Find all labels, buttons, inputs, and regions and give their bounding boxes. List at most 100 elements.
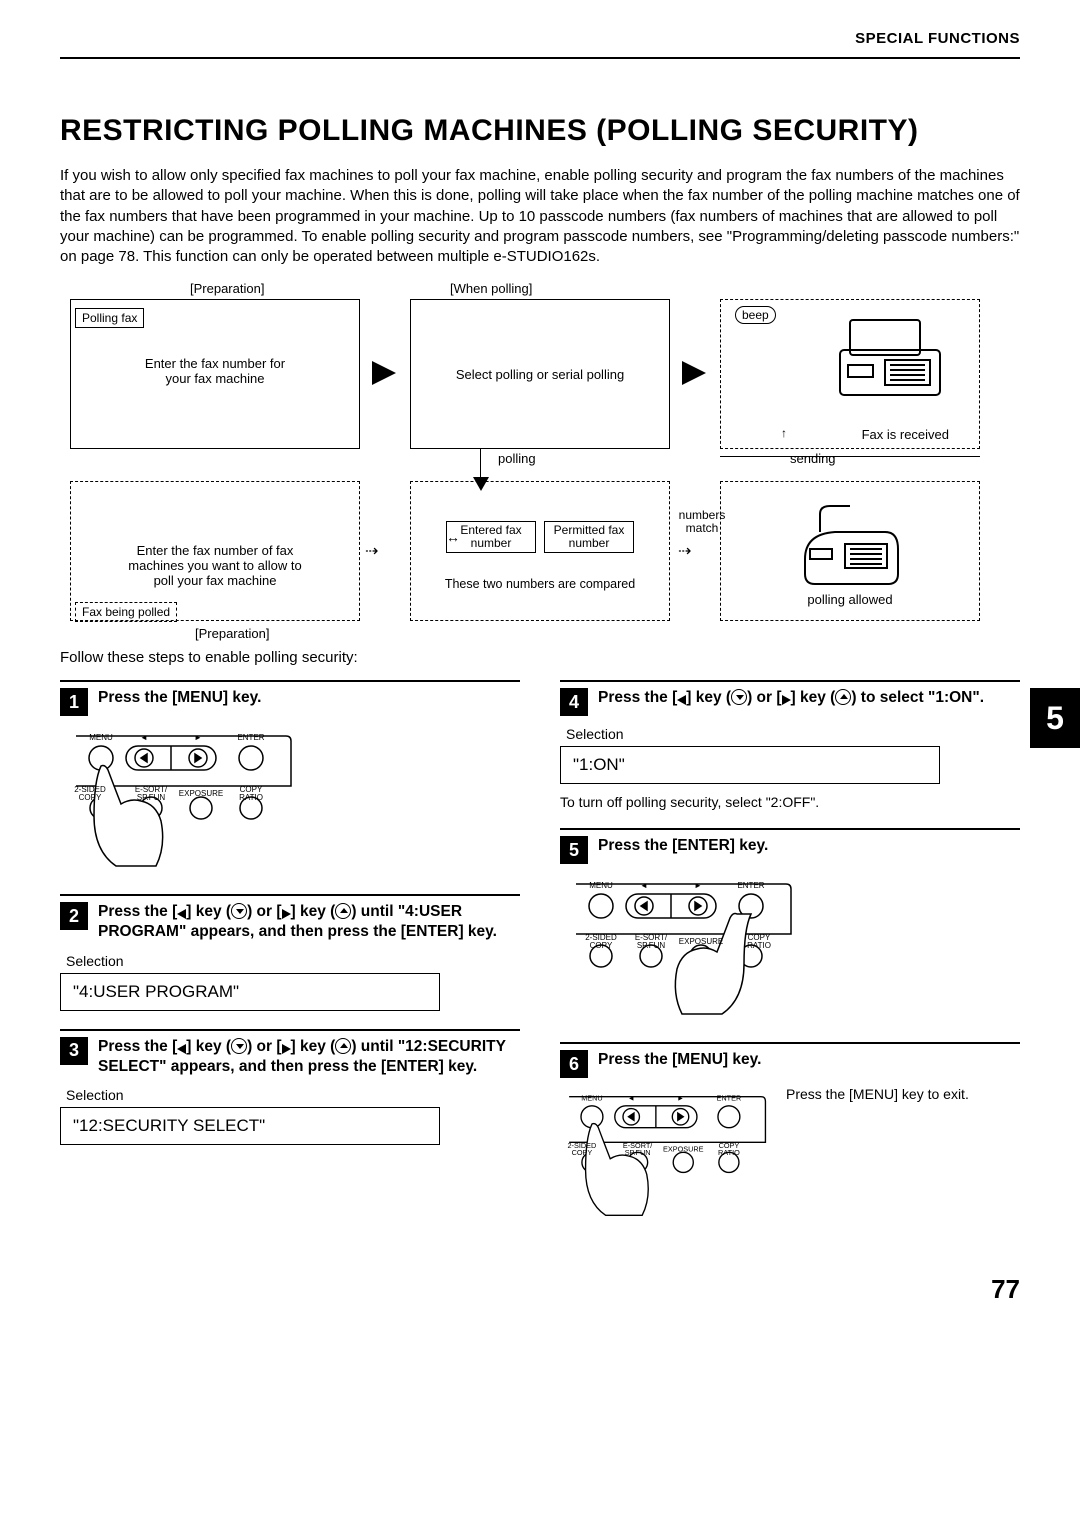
selection-value: "4:USER PROGRAM" [60, 973, 440, 1011]
svg-text:ENTER: ENTER [717, 1094, 742, 1103]
label-when-polling: [When polling] [450, 281, 532, 296]
svg-text:►: ► [694, 881, 702, 890]
svg-text:SP.FUN: SP.FUN [137, 793, 166, 802]
svg-text:RATIO: RATIO [747, 941, 771, 950]
step-number: 4 [560, 688, 588, 716]
text-compared: These two numbers are compared [445, 577, 635, 591]
section-header: SPECIAL FUNCTIONS [60, 30, 1020, 47]
svg-text:SP.FUN: SP.FUN [637, 941, 666, 950]
intro-paragraph: If you wish to allow only specified fax … [60, 166, 1020, 267]
svg-text:►: ► [677, 1094, 684, 1103]
left-triangle-icon [677, 695, 686, 705]
text-fax-received: Fax is received [862, 427, 949, 442]
circle-up-icon [335, 1038, 351, 1054]
step-2: 2 Press the [] key () or [] key () until… [60, 894, 520, 1010]
label-preparation-top: [Preparation] [190, 281, 264, 296]
svg-text:COPY: COPY [79, 793, 102, 802]
svg-text:EXPOSURE: EXPOSURE [663, 1145, 704, 1154]
arrow-right-1 [372, 361, 396, 385]
selection-label: Selection [566, 726, 1020, 742]
circle-up-icon [835, 689, 851, 705]
step-4: 4 Press the [] key () or [] key () to se… [560, 680, 1020, 810]
fax-machine-icon-1 [830, 310, 950, 410]
right-triangle-icon [282, 1044, 291, 1054]
step-text: Press the [MENU] key. [98, 688, 261, 708]
step-3: 3 Press the [] key () or [] key () until… [60, 1029, 520, 1145]
box-receive: beep ↑ Fax is received [720, 299, 980, 449]
arrow-right-2 [682, 361, 706, 385]
line-polling-down [480, 449, 481, 479]
box-polling-allowed: polling allowed [720, 481, 980, 621]
step-text: Press the [] key () or [] key () until "… [98, 1037, 520, 1077]
step-6: 6 Press the [MENU] key. [560, 1042, 1020, 1226]
line-sending [720, 456, 980, 457]
selection-value: "1:ON" [560, 746, 940, 784]
flowchart: [Preparation] [When polling] Polling fax… [60, 281, 1020, 641]
follow-steps-text: Follow these steps to enable polling sec… [60, 649, 1020, 666]
step-number: 6 [560, 1050, 588, 1078]
text-enter-allow: Enter the fax number of fax machines you… [120, 543, 310, 588]
box-polling-fax: Polling fax [75, 308, 144, 328]
beep-bubble: beep [735, 306, 776, 324]
svg-text:MENU: MENU [589, 881, 613, 890]
box-select-polling: Select polling or serial polling [410, 299, 670, 449]
selection-value: "12:SECURITY SELECT" [60, 1107, 440, 1145]
control-panel-1: MENU ◄► ENTER 2-SIDEDCOPY E-SORT/SP.FUN … [66, 726, 296, 876]
svg-text:EXPOSURE: EXPOSURE [679, 937, 723, 946]
circle-down-icon [231, 903, 247, 919]
label-sending: sending [790, 451, 836, 466]
chapter-tab: 5 [1030, 688, 1080, 748]
top-rule [60, 57, 1020, 59]
left-triangle-icon [177, 909, 186, 919]
svg-text:RATIO: RATIO [718, 1148, 740, 1157]
circle-up-icon [335, 903, 351, 919]
box-permitted-fax: Permitted fax number [544, 521, 634, 553]
svg-text:◄: ◄ [640, 881, 648, 890]
selection-label: Selection [66, 1087, 520, 1103]
arrow-fax-received: ↑ [781, 426, 787, 440]
box-prep-top: Polling fax Enter the fax number for you… [70, 299, 360, 449]
dashed-arrow-1: ⇢ [365, 541, 378, 561]
box-fax-being-polled: Fax being polled [75, 602, 177, 622]
control-panel-5: MENU ◄► ENTER 2-SIDEDCOPY E-SORT/SP.FUN … [566, 874, 796, 1024]
circle-down-icon [731, 689, 747, 705]
right-triangle-icon [282, 909, 291, 919]
step-number: 5 [560, 836, 588, 864]
svg-text:MENU: MENU [581, 1094, 603, 1103]
step-5: 5 Press the [ENTER] key. [560, 828, 1020, 1024]
box-compare: Entered fax number ↔ Permitted fax numbe… [410, 481, 670, 621]
svg-text:SP.FUN: SP.FUN [625, 1148, 651, 1157]
box-prep-bottom: Enter the fax number of fax machines you… [70, 481, 360, 621]
step-number: 2 [60, 902, 88, 930]
svg-text:ENTER: ENTER [237, 733, 264, 742]
dashed-arrow-2: ⇢ [678, 541, 691, 561]
svg-text:MENU: MENU [89, 733, 113, 742]
control-panel-6: MENU ◄► ENTER 2-SIDEDCOPY E-SORT/SP.FUN … [560, 1086, 770, 1226]
svg-text:EXPOSURE: EXPOSURE [179, 789, 223, 798]
step-text: Press the [] key () or [] key () to sele… [598, 688, 984, 708]
label-preparation-bottom: [Preparation] [195, 626, 269, 641]
step-number: 3 [60, 1037, 88, 1065]
fax-machine-icon-2 [790, 494, 910, 594]
svg-text:◄: ◄ [628, 1094, 635, 1103]
double-arrow-icon: ↔ [446, 529, 460, 545]
right-triangle-icon [782, 695, 791, 705]
text-select-polling: Select polling or serial polling [456, 367, 624, 382]
left-triangle-icon [177, 1044, 186, 1054]
step-text: Press the [ENTER] key. [598, 836, 768, 856]
step4-note: To turn off polling security, select "2:… [560, 794, 1020, 810]
page-title: RESTRICTING POLLING MACHINES (POLLING SE… [60, 114, 1020, 148]
circle-down-icon [231, 1038, 247, 1054]
step6-note: Press the [MENU] key to exit. [786, 1086, 1020, 1102]
svg-text:COPY: COPY [590, 941, 613, 950]
svg-text:◄: ◄ [140, 733, 148, 742]
svg-text:RATIO: RATIO [239, 793, 263, 802]
text-enter-your-fax: Enter the fax number for your fax machin… [135, 356, 295, 386]
step-text: Press the [] key () or [] key () until "… [98, 902, 520, 942]
svg-text:ENTER: ENTER [737, 881, 764, 890]
selection-label: Selection [66, 953, 520, 969]
svg-text:►: ► [194, 733, 202, 742]
left-column: 1 Press the [MENU] key. [60, 680, 520, 1163]
svg-text:COPY: COPY [572, 1148, 593, 1157]
step-text: Press the [MENU] key. [598, 1050, 761, 1070]
